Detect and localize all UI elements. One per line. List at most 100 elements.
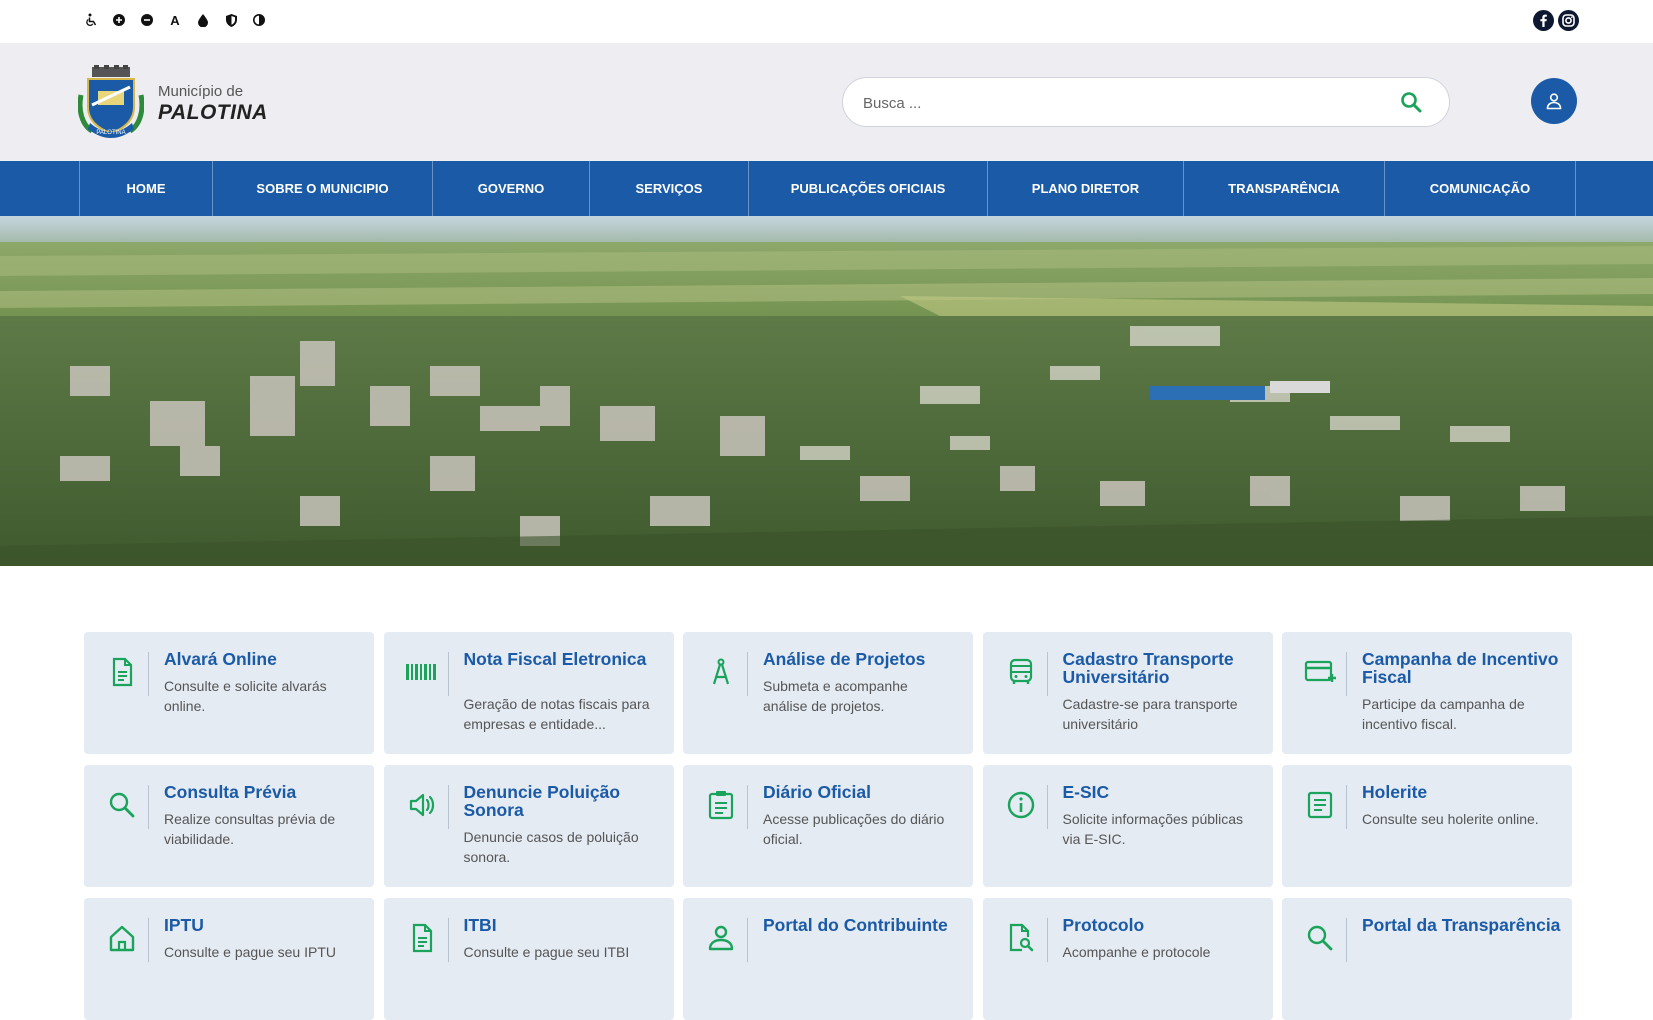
card-title: Holerite bbox=[1362, 782, 1428, 802]
card-divider bbox=[747, 918, 748, 962]
high-contrast-icon[interactable] bbox=[252, 12, 266, 28]
card-divider bbox=[1346, 785, 1347, 829]
person-icon bbox=[705, 922, 737, 954]
card-description: Realize consultas prévia de viabilidade. bbox=[164, 811, 336, 847]
card-title: Protocolo bbox=[1062, 915, 1145, 935]
info-icon bbox=[1005, 789, 1037, 821]
main-nav: HOME SOBRE O MUNICIPIO GOVERNO SERVIÇOS … bbox=[0, 161, 1653, 216]
list-doc-icon bbox=[1304, 789, 1336, 821]
instagram-icon[interactable] bbox=[1558, 10, 1579, 31]
nav-transparencia[interactable]: TRANSPARÊNCIA bbox=[1184, 161, 1385, 216]
font-size-icon[interactable]: A bbox=[168, 12, 182, 28]
clipboard-icon bbox=[705, 789, 737, 821]
document-icon bbox=[106, 656, 138, 688]
shield-icon[interactable] bbox=[224, 12, 238, 28]
user-login-button[interactable] bbox=[1531, 78, 1577, 124]
brand-name[interactable]: PALOTINA bbox=[158, 101, 268, 125]
services-grid: Alvará Online Consulte e solicite alvará… bbox=[84, 632, 1572, 1020]
accessibility-bar: A bbox=[0, 0, 1653, 43]
bus-icon bbox=[1005, 656, 1037, 688]
card-consulta-previa[interactable]: Consulta Prévia Realize consultas prévia… bbox=[84, 765, 374, 887]
card-holerite[interactable]: Holerite Consulte seu holerite online. bbox=[1282, 765, 1572, 887]
nav-governo[interactable]: GOVERNO bbox=[433, 161, 590, 216]
card-incentivo-fiscal[interactable]: Campanha de Incentivo Fiscal Participe d… bbox=[1282, 632, 1572, 754]
card-description: Cadastre-se para transporte universitári… bbox=[1062, 696, 1238, 732]
zoom-out-icon[interactable] bbox=[140, 12, 154, 28]
compass-icon bbox=[705, 656, 737, 688]
card-alvara-online[interactable]: Alvará Online Consulte e solicite alvará… bbox=[84, 632, 374, 754]
brand-prefix: Município de bbox=[158, 83, 244, 100]
card-title: Consulta Prévia bbox=[164, 782, 297, 802]
card-description: Consulte seu holerite online. bbox=[1362, 811, 1539, 827]
card-description: Consulte e pague seu IPTU bbox=[164, 944, 336, 960]
card-divider bbox=[148, 918, 149, 962]
card-description: Solicite informações públicas via E-SIC. bbox=[1062, 811, 1244, 847]
card-iptu[interactable]: IPTU Consulte e pague seu IPTU bbox=[84, 898, 374, 1020]
card-diario-oficial[interactable]: Diário Oficial Acesse publicações do diá… bbox=[683, 765, 973, 887]
card-transporte-universitario[interactable]: Cadastro Transporte Universitário Cadast… bbox=[982, 632, 1273, 754]
user-icon bbox=[1546, 93, 1562, 110]
card-poluicao-sonora[interactable]: Denuncie Poluição Sonora Denuncie casos … bbox=[383, 765, 674, 887]
card-description: Participe da campanha de incentivo fisca… bbox=[1362, 696, 1525, 732]
hero-aerial-photo bbox=[0, 216, 1653, 566]
card-divider bbox=[148, 785, 149, 829]
nav-home[interactable]: HOME bbox=[80, 161, 213, 216]
search-box bbox=[842, 77, 1450, 127]
card-divider bbox=[447, 652, 449, 696]
card-divider bbox=[1346, 652, 1347, 696]
nav-comunicacao[interactable]: COMUNICAÇÃO bbox=[1385, 161, 1576, 216]
social-links bbox=[1533, 10, 1579, 31]
card-title: Portal do Contribuinte bbox=[763, 915, 948, 935]
nav-servicos[interactable]: SERVIÇOS bbox=[590, 161, 749, 216]
card-title: Portal da Transparência bbox=[1362, 915, 1561, 935]
nav-publicacoes-oficiais[interactable]: PUBLICAÇÕES OFICIAIS bbox=[749, 161, 988, 216]
card-nota-fiscal[interactable]: Nota Fiscal Eletronica Geração de notas … bbox=[383, 632, 674, 754]
wheelchair-icon[interactable] bbox=[84, 12, 98, 28]
card-protocolo[interactable]: Protocolo Acompanhe e protocole bbox=[982, 898, 1273, 1020]
document-icon bbox=[406, 922, 438, 954]
site-header: PALOTINA Município de PALOTINA bbox=[0, 43, 1653, 161]
search-icon bbox=[106, 789, 138, 821]
card-title: E-SIC bbox=[1062, 782, 1110, 802]
search-icon[interactable] bbox=[1399, 90, 1423, 114]
card-description: Consulte e solicite alvarás online. bbox=[164, 678, 327, 714]
accessibility-tools: A bbox=[84, 12, 266, 28]
card-title: ITBI bbox=[463, 915, 497, 935]
card-title: Diário Oficial bbox=[763, 782, 871, 802]
search-icon bbox=[1304, 922, 1336, 954]
card-description: Consulte e pague seu ITBI bbox=[463, 944, 630, 960]
card-description: Denuncie casos de poluição sonora. bbox=[463, 829, 639, 865]
card-portal-contribuinte[interactable]: Portal do Contribuinte bbox=[683, 898, 973, 1020]
card-title: IPTU bbox=[164, 915, 204, 935]
card-divider bbox=[447, 785, 449, 829]
card-title: Alvará Online bbox=[164, 649, 277, 669]
card-divider bbox=[148, 652, 149, 696]
home-icon bbox=[106, 922, 138, 954]
card-itbi[interactable]: ITBI Consulte e pague seu ITBI bbox=[383, 898, 674, 1020]
card-description: Submeta e acompanhe análise de projetos. bbox=[763, 678, 908, 714]
card-title: Campanha de Incentivo Fiscal bbox=[1362, 649, 1559, 687]
card-description: Acompanhe e protocole bbox=[1062, 944, 1211, 960]
nav-plano-diretor[interactable]: PLANO DIRETOR bbox=[988, 161, 1184, 216]
card-divider bbox=[1046, 785, 1048, 829]
card-portal-transparencia[interactable]: Portal da Transparência bbox=[1282, 898, 1572, 1020]
card-description: Geração de notas fiscais para empresas e… bbox=[463, 696, 650, 732]
card-divider bbox=[747, 785, 748, 829]
file-search-icon bbox=[1005, 922, 1037, 954]
card-title: Cadastro Transporte Universitário bbox=[1062, 649, 1234, 687]
card-e-sic[interactable]: E-SIC Solicite informações públicas via … bbox=[982, 765, 1273, 887]
zoom-in-icon[interactable] bbox=[112, 12, 126, 28]
nav-sobre-municipio[interactable]: SOBRE O MUNICIPIO bbox=[213, 161, 433, 216]
search-input[interactable] bbox=[863, 91, 1383, 115]
seal-text: PALOTINA bbox=[96, 130, 125, 136]
card-divider bbox=[1046, 652, 1048, 696]
barcode-icon bbox=[405, 656, 438, 688]
card-title: Nota Fiscal Eletronica bbox=[463, 649, 647, 669]
card-divider bbox=[447, 918, 449, 962]
contrast-drop-icon[interactable] bbox=[196, 12, 210, 28]
card-title: Análise de Projetos bbox=[763, 649, 926, 669]
card-analise-projetos[interactable]: Análise de Projetos Submeta e acompanhe … bbox=[683, 632, 973, 754]
municipal-seal-logo[interactable]: PALOTINA bbox=[77, 65, 145, 141]
facebook-icon[interactable] bbox=[1533, 10, 1554, 31]
card-divider bbox=[747, 652, 748, 696]
